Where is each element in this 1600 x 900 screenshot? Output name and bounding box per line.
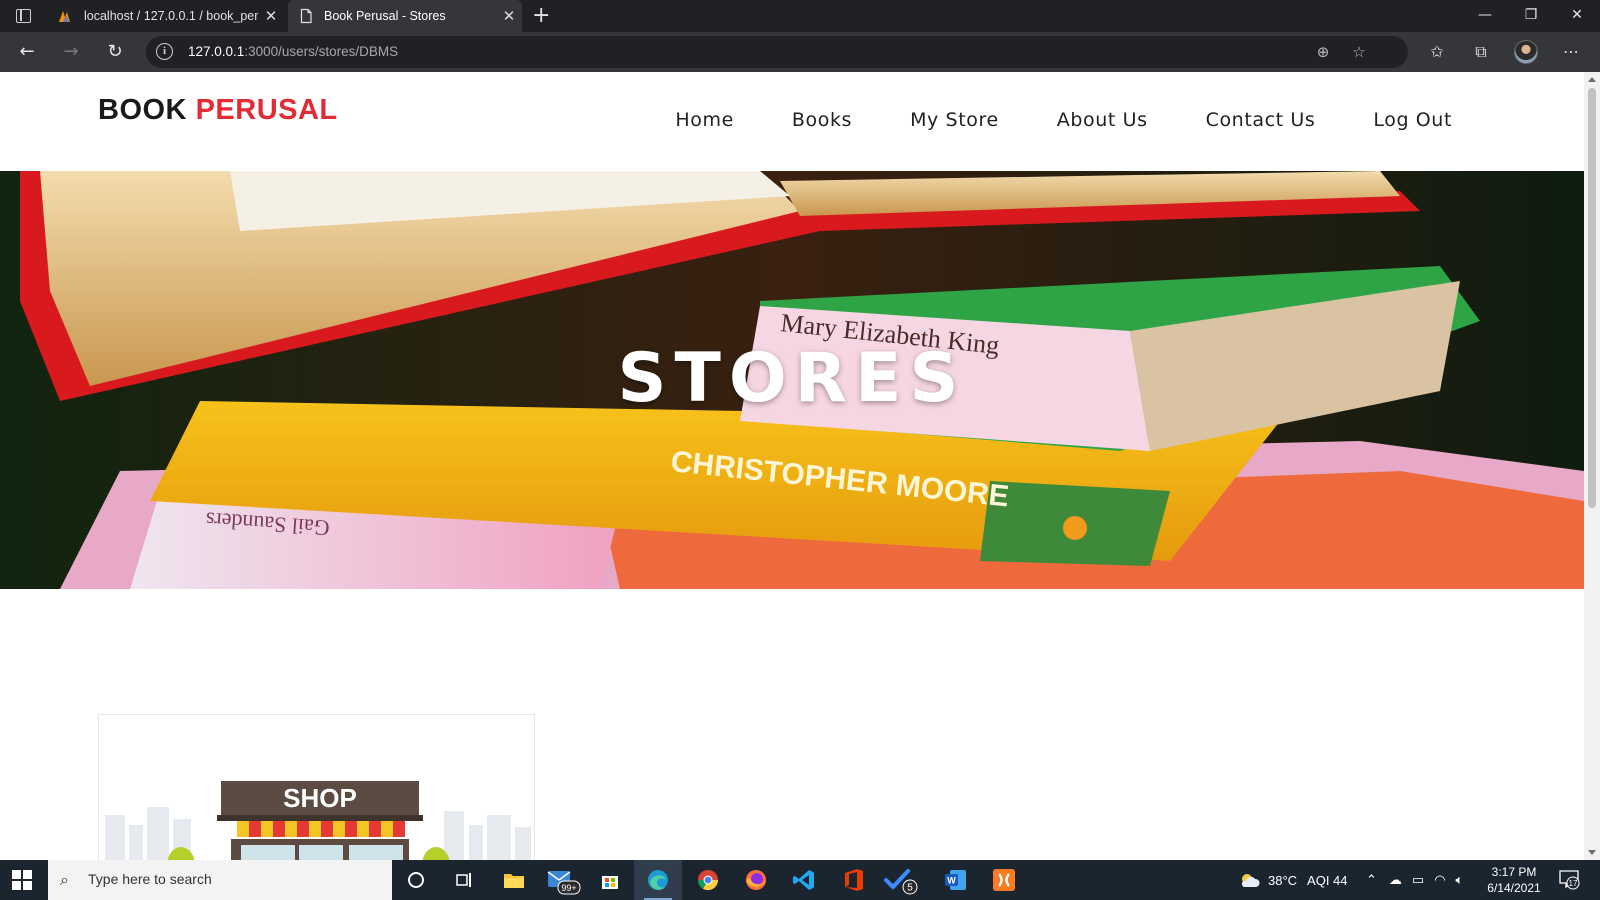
nav-home[interactable]: Home [675,109,734,131]
nav-about-us[interactable]: About Us [1057,109,1148,131]
tab-title: localhost / 127.0.0.1 / book_perusal [84,9,258,23]
weather-aqi: AQI 44 [1307,872,1348,888]
forward-icon[interactable]: → [58,40,84,64]
windows-start-icon[interactable] [12,870,32,890]
close-tab-icon[interactable]: ✕ [496,7,522,25]
notification-center-icon[interactable]: 17 [1558,868,1580,890]
more-menu-icon[interactable]: ⋯ [1558,40,1584,64]
chrome-icon[interactable] [684,860,732,900]
taskbar-search-placeholder: Type here to search [88,871,212,887]
shop-sign-text: SHOP [283,783,357,813]
office-icon[interactable] [830,860,878,900]
todo-badge: 5 [907,883,913,894]
tab-book-perusal-stores[interactable]: Book Perusal - Stores ✕ [288,0,522,32]
site-info-icon[interactable]: i [156,43,173,60]
logo-part-book: BOOK [98,94,187,126]
site-logo[interactable]: BOOK PERUSAL [98,94,338,127]
svg-text:W: W [947,876,956,886]
collections-icon[interactable]: ⧉ [1468,40,1494,64]
weather-temp: 38°C [1268,872,1298,888]
store-card[interactable]: SHOP [98,714,535,860]
cortana-icon[interactable] [392,860,440,900]
nav-contact-us[interactable]: Contact Us [1206,109,1316,131]
main-nav: Home Books My Store About Us Contact Us … [675,109,1452,131]
todo-icon[interactable]: 5 [878,860,926,900]
battery-icon[interactable]: ▭ [1412,872,1424,888]
minimize-icon[interactable]: — [1462,0,1508,32]
nav-log-out[interactable]: Log Out [1373,109,1452,131]
add-favorite-icon[interactable]: ☆ [1348,41,1370,63]
tab-actions-icon[interactable] [16,9,31,23]
page-title: STORES [617,339,967,418]
address-field[interactable]: i 127.0.0.1:3000/users/stores/DBMS ⊕ ☆ [146,36,1408,68]
taskbar-clock[interactable]: 3:17 PM 6/14/2021 [1478,864,1550,896]
shop-illustration: SHOP [99,715,534,860]
system-tray: ⌃ ☁ ▭ ◠ 🔈︎ [1366,860,1463,900]
show-hidden-icons[interactable]: ⌃ [1366,872,1377,888]
onedrive-icon[interactable]: ☁ [1389,872,1402,888]
browser-toolbar: ← → ↻ i 127.0.0.1:3000/users/stores/DBMS… [0,32,1600,72]
close-tab-icon[interactable]: ✕ [258,7,284,25]
search-icon: ⌕ [60,870,69,889]
firefox-icon[interactable] [732,860,780,900]
close-window-icon[interactable]: ✕ [1554,0,1600,32]
page-icon [300,8,312,24]
windows-taskbar: ⌕ Type here to search 99+ 5 W 38°C AQI 4… [0,860,1600,900]
notification-count: 17 [1569,879,1578,888]
store-icon[interactable] [586,860,634,900]
xampp-icon[interactable] [980,860,1028,900]
wifi-icon[interactable]: ◠ [1434,872,1445,888]
word-icon[interactable]: W [932,860,980,900]
page-scrollbar[interactable] [1584,72,1600,860]
refresh-icon[interactable]: ↻ [102,40,128,64]
nav-books[interactable]: Books [792,109,852,131]
web-page: BOOK PERUSAL Home Books My Store About U… [0,72,1584,860]
tab-title: Book Perusal - Stores [324,9,446,23]
restore-icon[interactable]: ❐ [1508,0,1554,32]
weather-icon [1241,874,1260,887]
back-icon[interactable]: ← [14,40,40,64]
scroll-up-icon[interactable] [1588,77,1596,82]
hero-banner: Mary Elizabeth King CHRISTOPHER MOORE Ga… [0,171,1584,589]
browser-tab-bar: localhost / 127.0.0.1 / book_perusal ✕ B… [0,0,1600,32]
site-header: BOOK PERUSAL Home Books My Store About U… [0,72,1584,171]
vscode-icon[interactable] [780,860,828,900]
clock-date: 6/14/2021 [1487,881,1541,895]
clock-time: 3:17 PM [1491,865,1537,879]
weather-widget[interactable]: 38°C AQI 44 [1238,860,1348,900]
scrollbar-thumb[interactable] [1588,88,1596,508]
taskbar-search-box[interactable]: ⌕ Type here to search [48,860,392,900]
edge-icon[interactable] [634,860,682,900]
tab-phpmyadmin[interactable]: localhost / 127.0.0.1 / book_perusal ✕ [48,0,284,32]
zoom-icon[interactable]: ⊕ [1312,41,1334,63]
volume-icon[interactable]: 🔈︎ [1456,872,1464,888]
scroll-down-icon[interactable] [1588,850,1596,855]
profile-avatar[interactable] [1514,40,1538,64]
phpmyadmin-icon [59,11,70,22]
favorites-icon[interactable]: ✩ [1424,40,1450,64]
logo-part-perusal: PERUSAL [195,94,338,126]
new-tab-button[interactable]: + [532,3,550,28]
nav-my-store[interactable]: My Store [910,109,999,131]
mail-icon[interactable]: 99+ [538,860,586,900]
file-explorer-icon[interactable] [490,860,538,900]
task-view-icon[interactable] [440,860,488,900]
mail-badge: 99+ [561,883,576,893]
url-text[interactable]: 127.0.0.1:3000/users/stores/DBMS [188,44,398,59]
